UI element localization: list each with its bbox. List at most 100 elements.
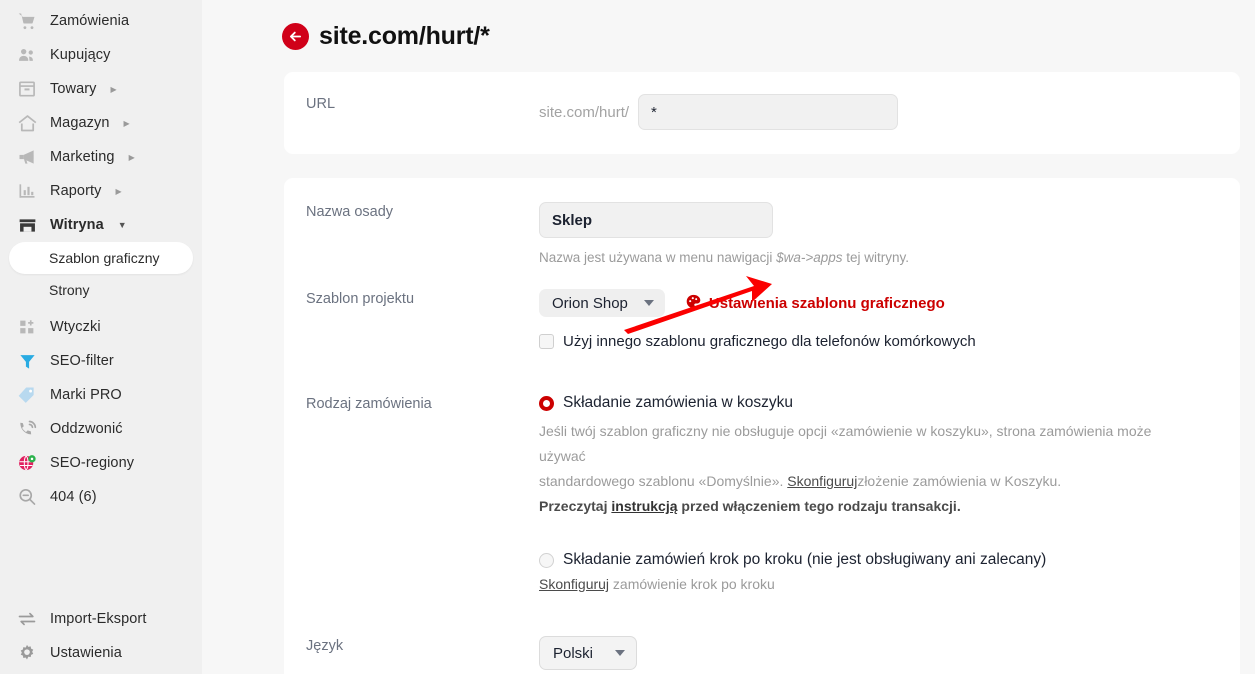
mobile-template-checkbox[interactable] [539,334,554,349]
name-hint-em: $wa->apps [776,250,843,265]
sidebar-item-towary[interactable]: Towary ▶ [0,72,202,106]
order-desc-line-1: Jeśli twój szablon graficzny nie obsługu… [539,423,1152,464]
instruction-link[interactable]: instrukcją [611,498,677,514]
sidebar-item-label: Magazyn [50,115,110,131]
url-card: URL site.com/hurt/ [284,72,1240,154]
language-row: Język Polski Wybierz język do tłumaczeni… [284,636,1240,674]
phone-callback-icon [16,418,38,440]
sidebar-item-ustawienia[interactable]: Ustawienia [0,636,202,670]
language-row-body: Polski Wybierz język do tłumaczenia ciąg… [539,636,1240,674]
template-row-body: Orion Shop Ustawienia szablonu graficzne… [539,289,1240,350]
sidebar-item-label: Marki PRO [50,387,122,403]
name-input[interactable] [539,202,773,238]
chevron-right-icon: ▶ [123,118,130,128]
order-option-cart-row[interactable]: Składanie zamówienia w koszyku [539,394,1224,412]
chevron-down-icon [615,650,626,656]
funnel-icon [16,350,38,372]
order-desc-line3-b: przed włączeniem tego rodzaju transakcji… [677,498,961,514]
sidebar-item-label: Raporty [50,183,102,199]
name-row: Nazwa osady Nazwa jest używana w menu na… [284,202,1240,267]
url-label: URL [306,96,336,112]
order-option-cart-radio[interactable] [539,395,554,411]
name-row-body: Nazwa jest używana w menu nawigacji $wa-… [539,202,1240,267]
url-field-group: site.com/hurt/ [539,94,1224,130]
back-arrow-icon[interactable] [282,23,309,50]
sidebar-item-oddzwonic[interactable]: Oddzwonić [0,412,202,446]
order-desc-line2-a: standardowego szablonu «Domyślnie». [539,473,788,489]
sidebar-item-marketing[interactable]: Marketing ▶ [0,140,202,174]
url-prefix: site.com/hurt/ [539,103,630,121]
order-desc-line-2: standardowego szablonu «Domyślnie». Skon… [539,469,1179,494]
template-label: Szablon projektu [306,291,415,307]
order-type-row-body: Składanie zamówienia w koszyku Jeśli twó… [539,394,1240,592]
chevron-down-icon [643,300,654,306]
sidebar-item-label: SEO-regiony [50,455,135,471]
order-desc-line2-b: złożenie zamówienia w Koszyku. [857,473,1062,489]
sidebar-item-label: Towary [50,81,97,97]
sidebar-item-label: Zamówienia [50,13,130,29]
order-option-stepbystep-label: Składanie zamówień krok po kroku (nie je… [563,551,1047,568]
sidebar-item-kupujacy[interactable]: Kupujący [0,38,202,72]
order-instruction-line: Przeczytaj instrukcją przed włączeniem t… [539,494,1179,519]
sidebar-item-import-eksport[interactable]: Import-Eksport [0,602,202,636]
sidebar-item-label: 404 (6) [50,489,97,505]
sidebar-subitem-label: Strony [49,282,90,298]
page-title: site.com/hurt/* [319,22,490,50]
sidebar-item-witryna[interactable]: Witryna ▼ [0,208,202,242]
name-hint: Nazwa jest używana w menu nawigacji $wa-… [539,248,1224,267]
sidebar-item-raporty[interactable]: Raporty ▶ [0,174,202,208]
main-content: site.com/hurt/* URL site.com/hurt/ Nazwa… [202,0,1255,674]
storefront-icon [16,214,38,236]
template-settings-link[interactable]: Ustawienia szablonu graficznego [685,293,945,314]
configure-stepbystep-rest: zamówienie krok po kroku [609,576,775,592]
sidebar-item-wtyczki[interactable]: Wtyczki [0,310,202,344]
megaphone-icon [16,146,38,168]
box-icon [16,78,38,100]
sidebar-item-label: Kupujący [50,47,111,63]
name-hint-before: Nazwa jest używana w menu nawigacji [539,250,777,265]
magnifier-minus-icon [16,486,38,508]
order-option-stepbystep-radio[interactable] [539,552,554,568]
sidebar-item-label: Import-Eksport [50,611,147,627]
sidebar-item-zamowienia[interactable]: Zamówienia [0,4,202,38]
sidebar: Zamówienia Kupujący Towary ▶ Magazyn ▶ M… [0,0,202,674]
settings-card: Nazwa osady Nazwa jest używana w menu na… [284,178,1240,674]
sidebar-item-seo-regiony[interactable]: SEO-regiony [0,446,202,480]
sidebar-item-label: Witryna [50,217,104,233]
url-input[interactable] [638,94,899,130]
gear-icon [16,642,38,664]
import-export-icon [16,608,38,630]
sidebar-item-marki-pro[interactable]: Marki PRO [0,378,202,412]
app-root: Zamówienia Kupujący Towary ▶ Magazyn ▶ M… [0,0,1255,674]
template-select[interactable]: Orion Shop [539,289,665,317]
sidebar-item-label: Marketing [50,149,115,165]
plugins-icon [16,316,38,338]
configure-cart-link[interactable]: Skonfiguruj [787,473,857,489]
sidebar-item-label: Ustawienia [50,645,122,661]
mobile-template-checkbox-row[interactable]: Użyj innego szablonu graficznego dla tel… [539,333,1224,350]
order-option-stepbystep-row[interactable]: Składanie zamówień krok po kroku (nie je… [539,551,1224,569]
url-row-body: site.com/hurt/ [539,94,1240,130]
sidebar-item-seo-filter[interactable]: SEO-filter [0,344,202,378]
template-row: Szablon projektu Orion Shop Ustawienia s… [284,289,1240,350]
users-icon [16,44,38,66]
sidebar-item-label: Oddzwonić [50,421,123,437]
palette-icon [685,293,702,314]
chevron-down-icon: ▼ [117,220,127,230]
mobile-template-checkbox-label: Użyj innego szablonu graficznego dla tel… [563,333,976,350]
order-option-cart-label: Składanie zamówienia w koszyku [563,394,794,411]
template-settings-link-label: Ustawienia szablonu graficznego [708,294,945,312]
sidebar-item-magazyn[interactable]: Magazyn ▶ [0,106,202,140]
chevron-right-icon: ▶ [115,186,122,196]
sidebar-item-404[interactable]: 404 (6) [0,480,202,514]
name-hint-after: tej witryny. [842,250,910,265]
configure-stepbystep-link[interactable]: Skonfiguruj [539,576,609,592]
sidebar-item-strony[interactable]: Strony [9,274,193,306]
language-select[interactable]: Polski [539,636,638,670]
sidebar-item-szablon-graficzny[interactable]: Szablon graficzny [9,242,193,274]
order-option-stepbystep-hint: Skonfiguruj zamówienie krok po kroku [539,576,1224,592]
order-type-label: Rodzaj zamówienia [306,396,432,412]
language-label: Język [306,638,344,654]
bar-chart-icon [16,180,38,202]
sidebar-item-label: Wtyczki [50,319,101,335]
